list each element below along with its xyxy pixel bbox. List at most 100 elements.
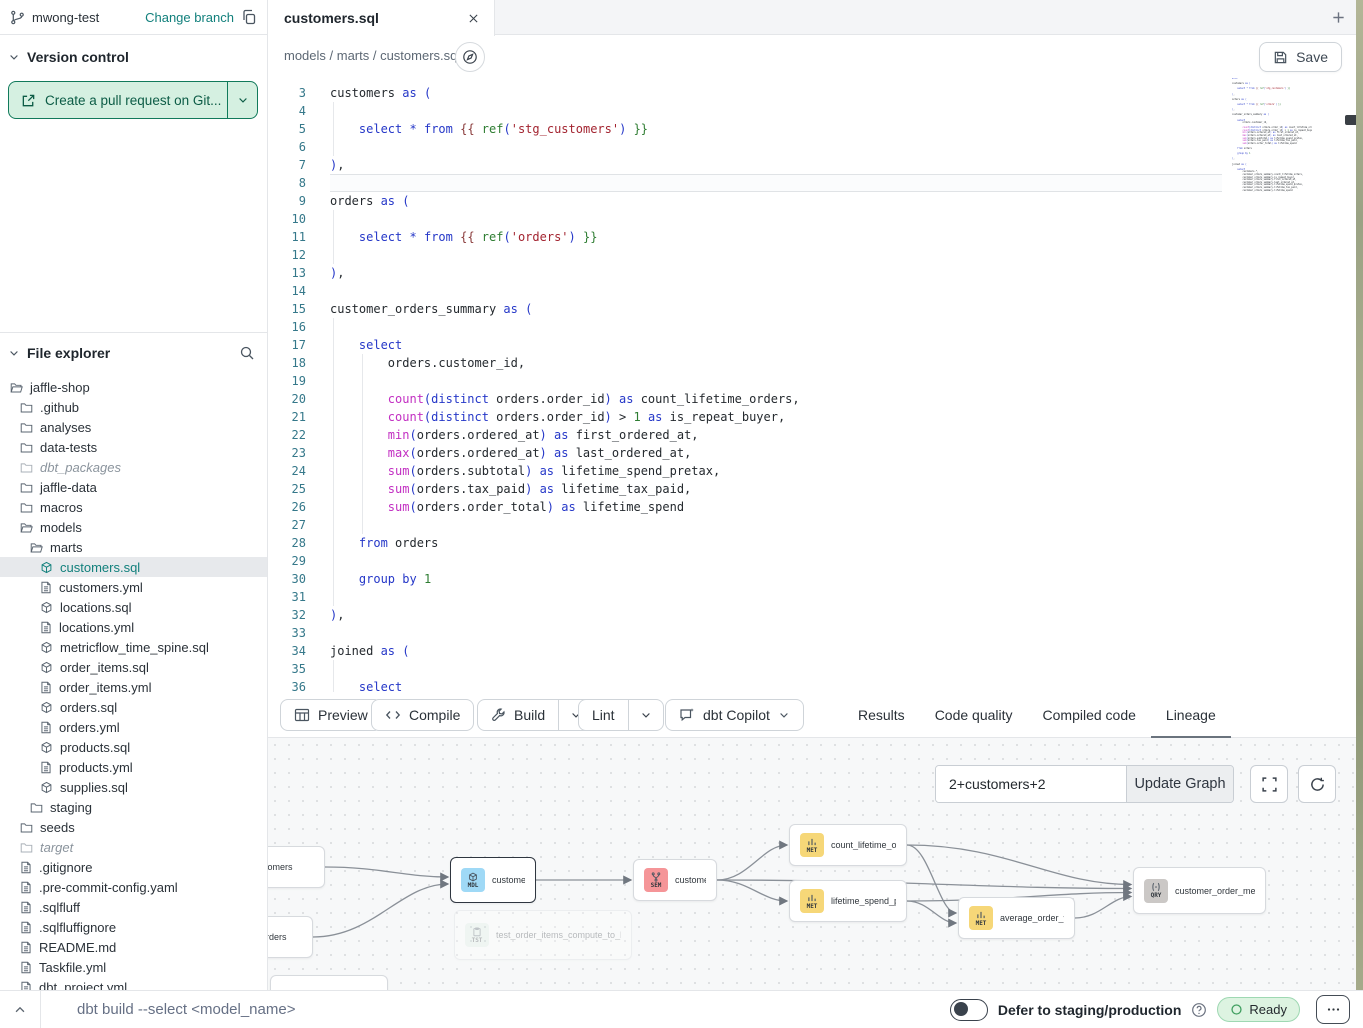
code-line-5[interactable]: 5 select * from {{ ref('stg_customers') …: [268, 120, 1363, 138]
file-tree-item-README.md[interactable]: README.md: [0, 937, 267, 957]
code-line-10[interactable]: 10: [268, 210, 1363, 228]
file-tree-item-order_items.sql[interactable]: order_items.sql: [0, 657, 267, 677]
code-line-36[interactable]: 36 select: [268, 678, 1363, 692]
tab-code-quality[interactable]: Code quality: [920, 692, 1028, 738]
minimap[interactable]: withcustomers as ( select * from {{ ref(…: [1232, 78, 1312, 194]
code-line-3[interactable]: 3customers as (: [268, 84, 1363, 102]
file-tree-item-orders.sql[interactable]: orders.sql: [0, 697, 267, 717]
lineage-node-tst[interactable]: TSTtest_order_items_compute_to_bools...: [454, 910, 632, 960]
close-icon[interactable]: [467, 12, 480, 25]
file-tree-item-.github[interactable]: .github: [0, 397, 267, 417]
file-tree-item-customers.sql[interactable]: customers.sql: [0, 557, 267, 577]
file-tree-item-products.yml[interactable]: products.yml: [0, 757, 267, 777]
code-line-14[interactable]: 14: [268, 282, 1363, 300]
code-line-7[interactable]: 7),: [268, 156, 1363, 174]
code-line-27[interactable]: 27: [268, 516, 1363, 534]
lineage-node-orders[interactable]: orders: [268, 916, 313, 958]
code-line-17[interactable]: 17 select: [268, 336, 1363, 354]
file-tree-item-analyses[interactable]: analyses: [0, 417, 267, 437]
lineage-node-average_order_value[interactable]: METaverage_order_value: [958, 897, 1075, 939]
build-button[interactable]: Build: [478, 700, 558, 730]
new-tab-button[interactable]: [1323, 0, 1353, 35]
compile-button[interactable]: Compile: [371, 699, 474, 731]
file-tree-item-locations.sql[interactable]: locations.sql: [0, 597, 267, 617]
code-line-18[interactable]: 18 orders.customer_id,: [268, 354, 1363, 372]
lineage-node-stg_customers[interactable]: stg_customers: [268, 846, 325, 888]
code-line-28[interactable]: 28 from orders: [268, 534, 1363, 552]
code-line-22[interactable]: 22 min(orders.ordered_at) as first_order…: [268, 426, 1363, 444]
code-line-4[interactable]: 4: [268, 102, 1363, 120]
code-line-11[interactable]: 11 select * from {{ ref('orders') }}: [268, 228, 1363, 246]
command-input[interactable]: dbt build --select <model_name>: [77, 1001, 295, 1018]
file-tree-item-target[interactable]: target: [0, 837, 267, 857]
lineage-node-partial[interactable]: [270, 975, 388, 990]
file-tree-item-macros[interactable]: macros: [0, 497, 267, 517]
file-tree-item-.pre-commit-config.yaml[interactable]: .pre-commit-config.yaml: [0, 877, 267, 897]
code-line-24[interactable]: 24 sum(orders.subtotal) as lifetime_spen…: [268, 462, 1363, 480]
chevron-up-icon[interactable]: [0, 991, 40, 1028]
code-line-29[interactable]: 29: [268, 552, 1363, 570]
code-line-21[interactable]: 21 count(distinct orders.order_id) > 1 a…: [268, 408, 1363, 426]
code-line-16[interactable]: 16: [268, 318, 1363, 336]
copilot-compass-button[interactable]: [455, 42, 485, 72]
refresh-button[interactable]: [1298, 765, 1336, 803]
lineage-node-lifetime_spend_pretax[interactable]: METlifetime_spend_pretax: [789, 880, 907, 922]
lint-button[interactable]: Lint: [579, 700, 628, 730]
code-line-25[interactable]: 25 sum(orders.tax_paid) as lifetime_tax_…: [268, 480, 1363, 498]
code-line-33[interactable]: 33: [268, 624, 1363, 642]
code-line-35[interactable]: 35: [268, 660, 1363, 678]
file-tree-item-Taskfile.yml[interactable]: Taskfile.yml: [0, 957, 267, 977]
code-line-15[interactable]: 15customer_orders_summary as (: [268, 300, 1363, 318]
lineage-node-customers_sem[interactable]: SEMcustomers: [633, 859, 717, 901]
lineage-node-count_lifetime_orders[interactable]: METcount_lifetime_orders: [789, 824, 907, 866]
preview-button[interactable]: Preview: [280, 699, 382, 731]
file-tree-item-marts[interactable]: marts: [0, 537, 267, 557]
lineage-node-customer_order_metrics[interactable]: QRYcustomer_order_metrics: [1133, 867, 1266, 914]
code-editor[interactable]: 3customers as (45 select * from {{ ref('…: [268, 78, 1363, 692]
file-tree-item-locations.yml[interactable]: locations.yml: [0, 617, 267, 637]
tab-compiled-code[interactable]: Compiled code: [1028, 692, 1151, 738]
defer-toggle[interactable]: [950, 999, 988, 1021]
file-tree-item-customers.yml[interactable]: customers.yml: [0, 577, 267, 597]
file-tree-item-.sqlfluffignore[interactable]: .sqlfluffignore: [0, 917, 267, 937]
update-graph-button[interactable]: Update Graph: [1126, 766, 1233, 802]
code-line-8[interactable]: 8: [268, 174, 1363, 192]
lineage-node-customers_mdl[interactable]: MDLcustomers: [450, 857, 536, 903]
file-explorer-header[interactable]: File explorer: [0, 333, 267, 371]
file-tree-item-order_items.yml[interactable]: order_items.yml: [0, 677, 267, 697]
more-options-button[interactable]: [1316, 995, 1350, 1024]
tab-lineage[interactable]: Lineage: [1151, 692, 1231, 738]
file-tree-item-.gitignore[interactable]: .gitignore: [0, 857, 267, 877]
file-tree-item-jaffle-data[interactable]: jaffle-data: [0, 477, 267, 497]
code-line-31[interactable]: 31: [268, 588, 1363, 606]
file-tree-item-data-tests[interactable]: data-tests: [0, 437, 267, 457]
create-pr-dropdown[interactable]: [227, 82, 257, 118]
file-tree-item-supplies.sql[interactable]: supplies.sql: [0, 777, 267, 797]
file-tree-item-orders.yml[interactable]: orders.yml: [0, 717, 267, 737]
lineage-panel[interactable]: stg_customersorders TSTtest_order_items_c…: [268, 738, 1363, 990]
copy-icon[interactable]: [241, 9, 257, 25]
code-line-9[interactable]: 9orders as (: [268, 192, 1363, 210]
version-control-header[interactable]: Version control: [0, 35, 267, 75]
search-icon[interactable]: [239, 345, 255, 361]
lint-dropdown[interactable]: [628, 700, 663, 730]
file-tree-item-.sqlfluff[interactable]: .sqlfluff: [0, 897, 267, 917]
code-line-34[interactable]: 34joined as (: [268, 642, 1363, 660]
tab-results[interactable]: Results: [843, 692, 920, 738]
save-button[interactable]: Save: [1259, 42, 1342, 72]
code-line-30[interactable]: 30 group by 1: [268, 570, 1363, 588]
code-line-19[interactable]: 19: [268, 372, 1363, 390]
file-tree-item-metricflow_time_spine.sql[interactable]: metricflow_time_spine.sql: [0, 637, 267, 657]
lineage-selector-input[interactable]: [936, 766, 1126, 802]
file-tree-item-products.sql[interactable]: products.sql: [0, 737, 267, 757]
code-line-12[interactable]: 12: [268, 246, 1363, 264]
change-branch-link[interactable]: Change branch: [145, 10, 234, 25]
dbt-copilot-button[interactable]: dbt Copilot: [665, 699, 804, 731]
file-tree-item-models[interactable]: models: [0, 517, 267, 537]
code-line-20[interactable]: 20 count(distinct orders.order_id) as co…: [268, 390, 1363, 408]
create-pr-button[interactable]: Create a pull request on Git...: [8, 81, 258, 119]
fullscreen-button[interactable]: [1250, 765, 1288, 803]
file-tree-item-dbt_packages[interactable]: dbt_packages: [0, 457, 267, 477]
code-line-13[interactable]: 13),: [268, 264, 1363, 282]
file-tree-item-jaffle-shop[interactable]: jaffle-shop: [0, 377, 267, 397]
